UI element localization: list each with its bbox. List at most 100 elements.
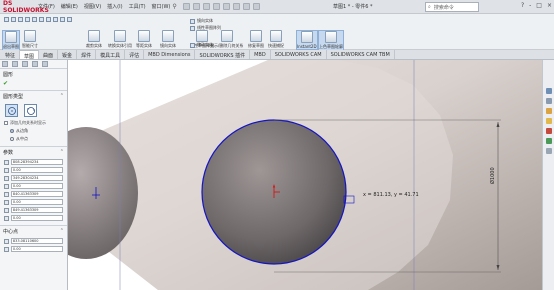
select-icon[interactable] [232,3,240,10]
param-input[interactable]: 0.00 [10,199,63,205]
tab-3[interactable]: 钣金 [58,50,78,59]
view-palette-icon[interactable] [546,128,552,134]
config-manager-icon[interactable] [22,61,28,67]
ribbon-button[interactable]: 修复草图 [248,30,264,49]
param-input[interactable]: 0.00 [10,167,63,173]
menu-item[interactable]: 文件(F) [38,3,55,10]
sketch-view[interactable] [68,60,542,290]
print-icon[interactable] [212,3,220,10]
graphics-area[interactable]: Ø1000 x = 811.13, y = 41.71 [68,60,542,290]
tab-2[interactable]: 曲面 [39,50,59,59]
param-input[interactable]: 0.00 [10,246,63,252]
solidworks-logo[interactable]: DS SOLIDWORKS [0,0,49,14]
chevron-up-icon[interactable]: ⌃ [60,228,64,235]
file-explorer-icon[interactable] [546,118,552,124]
ribbon-button[interactable]: 上色草图轮廓 [318,30,344,51]
sketch-tool-icon[interactable] [18,17,23,22]
ribbon-button[interactable]: 快速捕捉 [268,30,284,49]
new-icon[interactable] [182,3,190,10]
rebuild-icon[interactable] [242,3,250,10]
tab-4[interactable]: 焊件 [77,50,97,59]
menu-item[interactable]: 视图(V) [84,3,101,10]
show-relations-checkbox[interactable]: 添加几何关系时显示 [0,119,67,127]
menu-item[interactable]: 窗口(W) [152,3,171,10]
property-manager-icon[interactable] [12,61,18,67]
section-header-center[interactable]: 中心点 ⌃ [0,225,67,237]
ok-icon[interactable]: ✔ [3,80,8,87]
sketch-tool-icon[interactable] [4,17,9,22]
tab-11[interactable]: SOLIDWORKS CAM TBM [327,50,395,59]
ribbon-small-button[interactable]: 移动实体 [190,42,213,48]
minimize-icon[interactable]: - [529,2,531,9]
sketch-tool-icon[interactable] [53,17,58,22]
param-input[interactable]: 849.41363309 [10,207,63,213]
maximize-icon[interactable]: □ [536,2,542,9]
section-header-type[interactable]: 圆形类型 ⌃ [0,90,67,102]
sketch-tool-icon[interactable] [39,17,44,22]
resources-icon[interactable] [546,98,552,104]
tab-8[interactable]: SOLIDWORKS 插件 [195,50,251,59]
ribbon-button[interactable]: 等距实体 [136,30,152,49]
search-box[interactable]: ⌕ 搜索命令 [425,2,479,12]
param-input[interactable]: 0.00 [10,183,63,189]
param-icon [4,246,9,252]
radio-dot[interactable] [10,137,14,141]
param-input[interactable]: 808.28394234 [10,159,63,165]
param-input[interactable]: 840.41363309 [10,191,63,197]
tab-9[interactable]: MBD [250,50,271,59]
tab-10[interactable]: SOLIDWORKS CAM [271,50,327,59]
chevron-up-icon[interactable]: ⌃ [60,93,64,100]
sketch-tool-icon[interactable] [67,17,72,22]
tab-5[interactable]: 模具工具 [96,50,126,59]
checkbox-box[interactable] [4,121,8,125]
center-circle-button[interactable] [5,104,18,117]
tab-1[interactable]: 草图 [20,50,40,60]
param-input[interactable]: 349.28304234 [10,175,63,181]
radio-option[interactable]: 从中点 [0,135,67,143]
ribbon-small-button[interactable]: 线性草图阵列 [190,25,221,31]
close-icon[interactable]: × [547,2,552,9]
sketch-tool-icon[interactable] [11,17,16,22]
sketch-tool-icon[interactable] [25,17,30,22]
sketch-tool-icon[interactable] [60,17,65,22]
menu-item[interactable]: 编辑(E) [61,3,78,10]
save-icon[interactable] [202,3,210,10]
feature-tree-icon[interactable] [2,61,8,67]
ribbon-button[interactable]: 镜向实体 [160,30,176,49]
custom-properties-icon[interactable] [546,148,552,154]
ribbon-button[interactable]: Instant2D [296,30,318,50]
home-icon[interactable] [546,88,552,94]
chevron-up-icon[interactable]: ⌃ [60,149,64,156]
appearances-icon[interactable] [546,138,552,144]
ribbon-button[interactable]: 转换实体引用 [108,30,132,49]
radio-option[interactable]: 从边角 [0,127,67,135]
sketch-tool-icon[interactable] [46,17,51,22]
param-input[interactable]: 833.08110600 [10,238,63,244]
options-icon[interactable] [252,3,260,10]
pin-icon[interactable]: ⚲ [172,3,176,10]
search-input[interactable]: 搜索命令 [434,4,454,11]
open-icon[interactable] [192,3,200,10]
ribbon-button[interactable]: 智能尺寸 [22,30,38,49]
menu-item[interactable]: 插入(I) [107,3,122,10]
dimxpert-icon[interactable] [32,61,38,67]
sketch-tool-icon[interactable] [32,17,37,22]
ribbon-button[interactable]: 显示/删除几何关系 [210,30,243,49]
help-icon[interactable]: ? [521,2,524,9]
tab-7[interactable]: MBD Dimensions [144,50,196,59]
dimension-label[interactable]: Ø1000 [490,167,496,184]
tab-6[interactable]: 评估 [125,50,145,59]
perimeter-circle-button[interactable] [24,104,37,117]
param-input[interactable]: 0.00 [10,215,63,221]
section-header-params[interactable]: 参数 ⌃ [0,146,67,158]
ribbon-small-button[interactable]: 镜向实体 [190,18,213,24]
ribbon-button[interactable]: 退出草图 [2,30,20,51]
radio-dot[interactable] [10,129,14,133]
tab-0[interactable]: 特征 [1,50,21,59]
tool-icon [60,17,65,22]
undo-icon[interactable] [222,3,230,10]
menu-item[interactable]: 工具(T) [129,3,146,10]
ribbon-button[interactable]: 裁剪实体 [86,30,102,49]
display-manager-icon[interactable] [42,61,48,67]
design-library-icon[interactable] [546,108,552,114]
